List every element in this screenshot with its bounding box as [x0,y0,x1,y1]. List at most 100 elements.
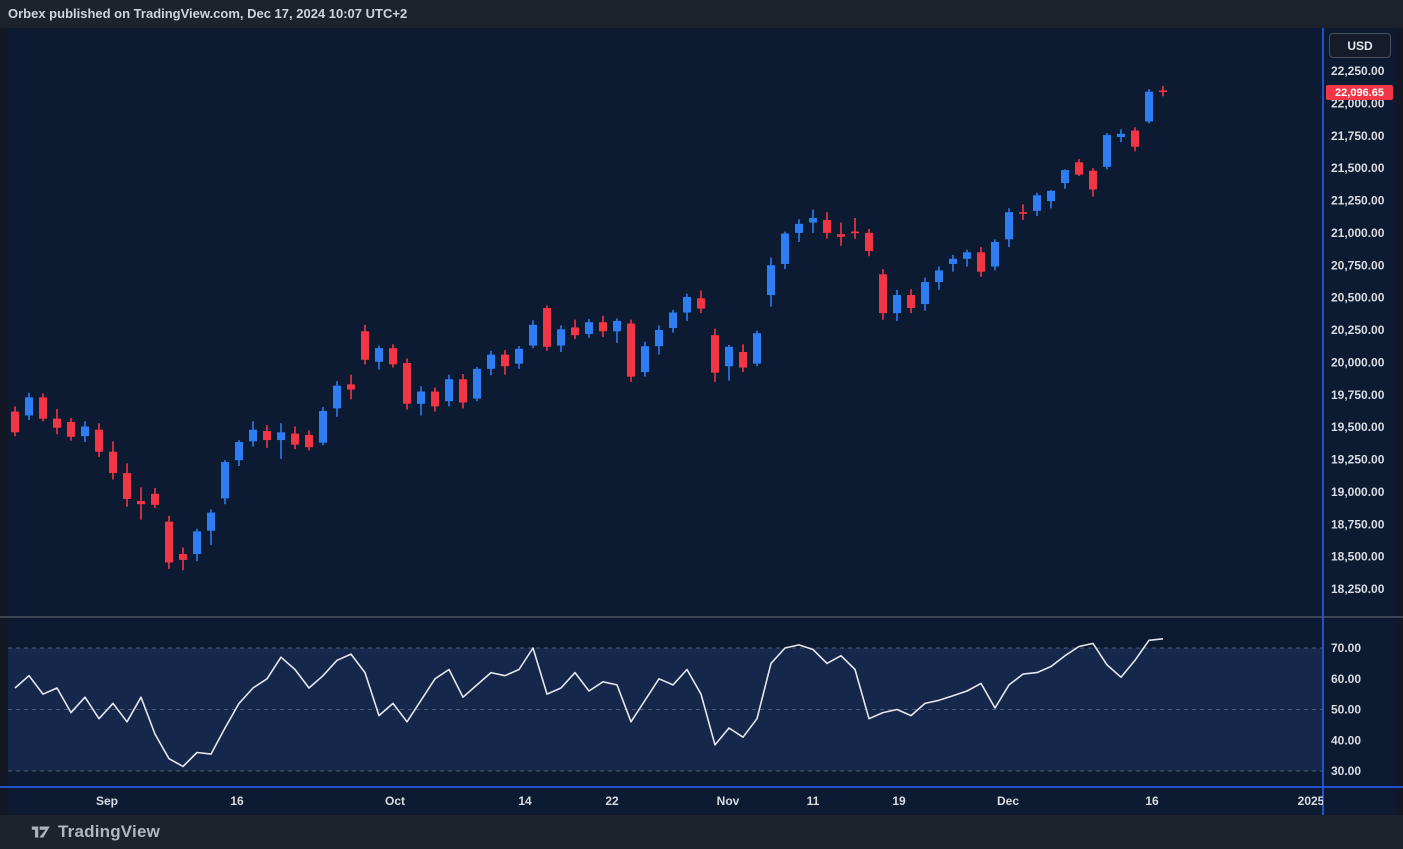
price-chart[interactable]: 22,250.0022,000.0021,750.0021,500.0021,2… [0,0,1403,849]
candle-body-up [585,322,593,334]
candle-body-up [333,386,341,409]
candle-body-up [319,411,327,443]
time-axis-label[interactable]: 19 [892,794,906,808]
candle-body-up [221,462,229,498]
candle-body-up [669,313,677,329]
currency-selector-button[interactable]: USD [1329,33,1391,58]
candle-body-up [487,355,495,369]
candle-body-up [25,397,33,415]
time-axis-label[interactable]: 16 [1145,794,1159,808]
candle-body-up [683,297,691,313]
candle-body-up [81,426,89,436]
candle-body-down [1075,162,1083,174]
candle-body-down [599,322,607,331]
currency-label: USD [1347,39,1372,53]
candle-body-down [291,434,299,445]
time-axis-label[interactable]: Dec [997,794,1019,808]
candle-body-down [501,355,509,367]
candle-body-down [977,252,985,271]
candle-body-up [557,329,565,345]
price-axis-label[interactable]: 22,250.00 [1331,64,1385,78]
price-axis-label[interactable]: 21,750.00 [1331,129,1385,143]
price-axis-label[interactable]: 21,250.00 [1331,194,1385,208]
candle-body-down [95,430,103,452]
candle-body-up [781,234,789,264]
price-axis-label[interactable]: 20,250.00 [1331,323,1385,337]
candle-body-up [193,531,201,554]
candle-body-up [949,259,957,264]
time-axis-label[interactable]: 16 [230,794,244,808]
tradingview-brand-text[interactable]: TradingView [58,822,160,842]
candle-body-up [1033,195,1041,211]
candle-body-down [1159,90,1167,92]
price-axis-label[interactable]: 18,250.00 [1331,582,1385,596]
price-axis-label[interactable]: 19,750.00 [1331,388,1385,402]
candle-body-up [893,295,901,313]
rsi-axis-label[interactable]: 60.00 [1331,672,1361,686]
candle-body-up [207,513,215,531]
tradingview-logo-icon[interactable] [30,821,52,843]
candle-body-down [347,384,355,389]
rsi-axis-label[interactable]: 40.00 [1331,733,1361,747]
candle-body-up [935,270,943,282]
price-axis-label[interactable]: 20,500.00 [1331,291,1385,305]
candle-body-down [711,335,719,373]
candle-body-down [1089,171,1097,190]
rsi-axis-label[interactable]: 70.00 [1331,641,1361,655]
time-axis-label[interactable]: Sep [96,794,118,808]
candle-body-up [1103,135,1111,167]
price-axis-label[interactable]: 19,500.00 [1331,420,1385,434]
candle-body-down [851,232,859,234]
candle-body-down [1019,212,1027,214]
candle-body-down [865,233,873,251]
price-axis-label[interactable]: 21,500.00 [1331,161,1385,175]
candle-body-up [529,325,537,346]
last-price-badge: 22,096.65 [1326,85,1393,100]
candle-body-down [123,473,131,499]
candle-body-down [137,501,145,504]
time-axis-label[interactable]: 14 [518,794,532,808]
time-axis-label[interactable]: Nov [717,794,740,808]
footer-bar: TradingView [0,815,1403,849]
time-axis-label[interactable]: 22 [605,794,619,808]
candle-body-up [1047,191,1055,201]
publish-header-bar: Orbex published on TradingView.com, Dec … [0,0,1403,28]
candle-body-up [921,282,929,304]
rsi-axis-label[interactable]: 30.00 [1331,764,1361,778]
rsi-axis-label[interactable]: 50.00 [1331,703,1361,717]
candle-body-up [1117,134,1125,137]
candle-body-up [249,430,257,442]
candle-body-up [277,432,285,440]
candle-body-down [39,397,47,418]
price-axis-label[interactable]: 19,250.00 [1331,453,1385,467]
candle-body-up [235,442,243,460]
candle-body-up [417,392,425,404]
price-axis-label[interactable]: 18,750.00 [1331,517,1385,531]
price-axis-label[interactable]: 20,750.00 [1331,258,1385,272]
candle-body-up [515,349,523,364]
time-axis-label[interactable]: 2025 [1298,794,1325,808]
candle-body-down [67,422,75,437]
time-axis-label[interactable]: Oct [385,794,405,808]
price-axis-label[interactable]: 18,500.00 [1331,550,1385,564]
candle-body-up [767,265,775,295]
time-axis-label[interactable]: 11 [807,794,820,808]
candle-body-up [991,242,999,267]
candle-body-up [375,348,383,362]
candle-body-down [739,352,747,368]
price-axis-label[interactable]: 21,000.00 [1331,226,1385,240]
candle-body-down [179,554,187,560]
price-axis-label[interactable]: 19,000.00 [1331,485,1385,499]
candle-body-down [151,494,159,505]
candle-body-down [627,324,635,377]
last-price-value: 22,096.65 [1335,87,1384,99]
candle-body-down [823,220,831,233]
candle-body-up [473,369,481,399]
candle-body-up [641,346,649,372]
price-axis-label[interactable]: 20,000.00 [1331,355,1385,369]
candle-body-up [963,252,971,258]
candle-body-down [263,431,271,440]
candle-body-down [837,234,845,237]
candle-body-down [389,348,397,364]
candle-body-down [571,327,579,335]
